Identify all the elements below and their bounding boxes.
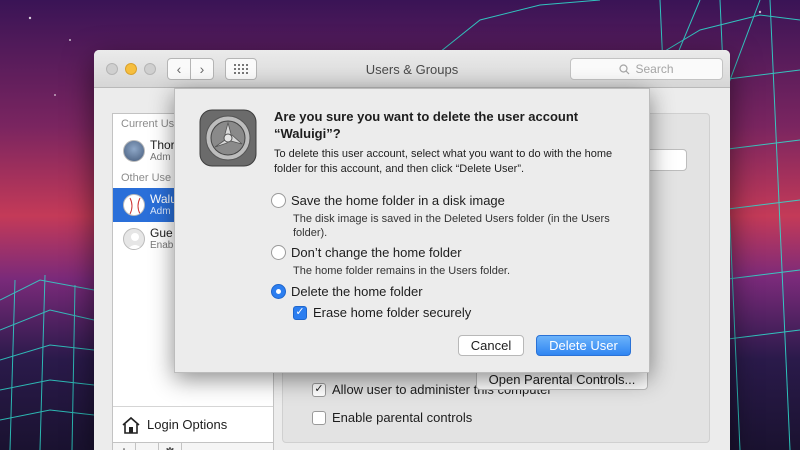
guest-avatar <box>123 228 145 250</box>
option-label: Don’t change the home folder <box>291 245 462 260</box>
system-preferences-icon <box>199 109 257 167</box>
search-placeholder: Search <box>635 62 674 76</box>
delete-user-dialog: Are you sure you want to delete the user… <box>174 88 650 373</box>
remove-user-button[interactable]: − <box>136 443 159 450</box>
checkmark-icon: ✓ <box>295 306 305 318</box>
option-label: Save the home folder in a disk image <box>291 193 505 208</box>
radio-save-disk-image[interactable] <box>271 193 286 208</box>
erase-securely-row[interactable]: ✓ Erase home folder securely <box>293 305 471 320</box>
gear-icon[interactable]: ⚙ <box>159 443 182 450</box>
radio-dont-change[interactable] <box>271 245 286 260</box>
login-options-label: Login Options <box>147 417 228 432</box>
erase-securely-checkbox[interactable]: ✓ <box>293 305 307 320</box>
search-icon <box>619 63 630 74</box>
person-icon <box>127 233 143 249</box>
baseball-avatar <box>123 194 145 216</box>
baseball-icon <box>129 197 141 215</box>
option-delete-home[interactable]: Delete the home folder <box>271 284 423 299</box>
delete-user-button[interactable]: Delete User <box>536 335 631 356</box>
avatar <box>123 140 145 162</box>
dialog-title: Are you sure you want to delete the user… <box>274 109 579 141</box>
admin-checkbox[interactable]: ✓ <box>312 382 326 397</box>
add-user-button[interactable]: + <box>113 443 136 450</box>
parental-checkbox[interactable] <box>312 410 326 425</box>
login-options-item[interactable]: Login Options <box>113 406 273 442</box>
sidebar-toolbar: + − ⚙ <box>112 443 274 450</box>
parental-checkbox-row[interactable]: Enable parental controls <box>312 410 472 425</box>
checkmark-icon: ✓ <box>314 383 324 395</box>
radio-delete-home[interactable] <box>271 284 286 299</box>
option-dont-change[interactable]: Don’t change the home folder <box>271 245 462 260</box>
erase-securely-label: Erase home folder securely <box>313 305 472 320</box>
house-icon <box>122 416 140 434</box>
option-detail: The home folder remains in the Users fol… <box>293 265 511 277</box>
search-input[interactable]: Search <box>570 58 723 80</box>
dialog-description: To delete this user account, select what… <box>274 148 613 175</box>
option-label: Delete the home folder <box>291 284 423 299</box>
parental-checkbox-label: Enable parental controls <box>332 410 473 425</box>
cancel-button[interactable]: Cancel <box>458 335 524 356</box>
option-detail: The disk image is saved in the Deleted U… <box>293 213 610 239</box>
option-save-disk-image[interactable]: Save the home folder in a disk image <box>271 193 505 208</box>
title-bar: ‹ › Users & Groups Search <box>94 50 730 88</box>
